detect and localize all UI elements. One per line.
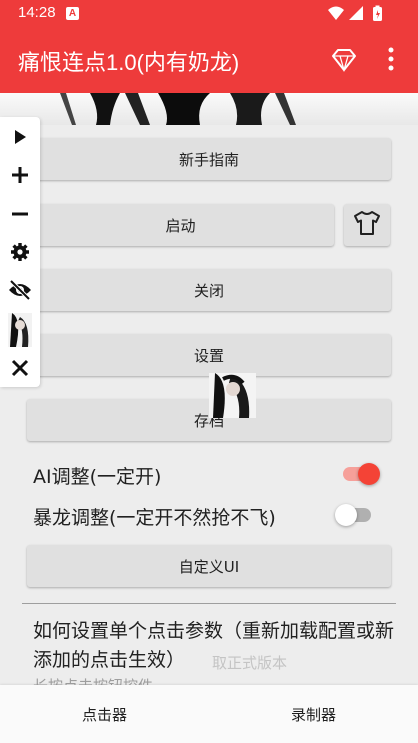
dragon-adjust-toggle[interactable] — [335, 501, 375, 527]
floating-toolbar — [0, 117, 40, 387]
skin-button[interactable] — [344, 204, 390, 246]
play-icon[interactable] — [6, 123, 34, 151]
notification-a-icon: A — [66, 7, 79, 20]
header-artwork — [0, 93, 418, 125]
status-icons — [326, 5, 390, 27]
start-button[interactable]: 启动 — [27, 204, 334, 246]
more-vert-icon[interactable] — [386, 46, 396, 76]
divider — [22, 603, 396, 604]
status-bar: 14:28 A — [0, 0, 418, 27]
minus-icon[interactable] — [6, 200, 34, 228]
tshirt-icon — [353, 210, 381, 240]
diamond-icon[interactable] — [331, 48, 357, 76]
app-title: 痛恨连点1.0(内有奶龙) — [18, 50, 240, 75]
battery-icon — [373, 5, 382, 21]
ai-adjust-label: AI调整(一定开) — [33, 466, 162, 488]
settings-gear-icon[interactable] — [6, 238, 34, 266]
stop-button[interactable]: 关闭 — [27, 269, 391, 311]
tab-recorder-label: 录制器 — [290, 705, 336, 724]
app-bar: 痛恨连点1.0(内有奶龙) — [0, 27, 418, 93]
custom-ui-button[interactable]: 自定义UI — [27, 545, 391, 587]
tab-clicker-label: 点击器 — [81, 705, 127, 724]
close-icon[interactable] — [6, 354, 34, 382]
overlay-text: 取正式版本 — [212, 654, 288, 672]
avatar-thumbnail[interactable] — [6, 312, 34, 348]
wifi-icon — [328, 6, 344, 20]
tab-clicker[interactable]: 点击器 — [0, 685, 209, 743]
bottom-navigation: 点击器 录制器 — [0, 685, 418, 743]
ai-adjust-toggle[interactable] — [341, 460, 381, 486]
visibility-off-icon[interactable] — [6, 276, 34, 304]
settings-button[interactable]: 设置 — [27, 334, 391, 376]
signal-icon — [349, 6, 363, 20]
floating-click-point[interactable] — [209, 373, 256, 418]
status-time: 14:28 — [18, 4, 56, 21]
dragon-adjust-label: 暴龙调整(一定开不然抢不飞) — [33, 507, 276, 529]
guide-button[interactable]: 新手指南 — [27, 138, 391, 180]
tab-recorder[interactable]: 录制器 — [209, 685, 418, 743]
plus-icon[interactable] — [6, 161, 34, 189]
